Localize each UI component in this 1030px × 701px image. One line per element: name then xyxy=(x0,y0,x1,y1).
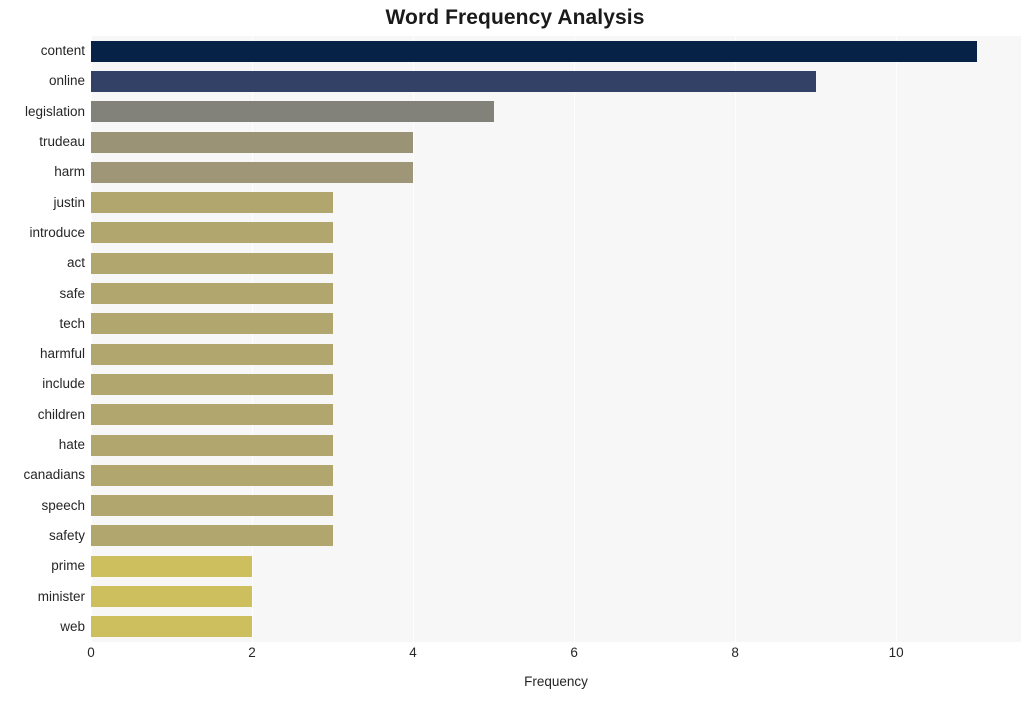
chart-title: Word Frequency Analysis xyxy=(385,6,645,29)
bars-layer xyxy=(91,36,1021,642)
bar[interactable] xyxy=(91,283,333,305)
x-axis-tick-labels: 0 2 4 6 8 10 xyxy=(87,645,1021,665)
y-axis-label: justin xyxy=(53,194,85,210)
bar[interactable] xyxy=(91,373,333,395)
y-axis-label: include xyxy=(42,376,85,392)
bar[interactable] xyxy=(91,101,494,123)
y-axis-label: speech xyxy=(41,497,85,513)
y-axis-label: harmful xyxy=(39,346,85,362)
y-axis-label: content xyxy=(40,43,85,59)
y-axis-label: hate xyxy=(58,437,85,453)
y-axis-label: children xyxy=(37,406,85,422)
y-axis-category-labels: content online legislation trudeau harm justi… xyxy=(0,36,85,642)
y-axis-label: safe xyxy=(59,285,85,301)
x-axis-tick: 2 xyxy=(248,645,256,660)
y-axis-label: online xyxy=(48,73,85,89)
x-axis-tick: 4 xyxy=(409,645,417,660)
y-axis-label: safety xyxy=(48,527,85,543)
y-axis-label: minister xyxy=(37,588,85,604)
y-axis-label: canadians xyxy=(23,467,85,483)
bar[interactable] xyxy=(91,555,253,577)
bar[interactable] xyxy=(91,616,253,638)
bar[interactable] xyxy=(91,495,333,517)
y-axis-label: web xyxy=(60,618,85,634)
x-axis-title: Frequency xyxy=(524,674,588,689)
y-axis-label: prime xyxy=(51,558,85,574)
bar[interactable] xyxy=(91,343,333,365)
bar[interactable] xyxy=(91,464,333,486)
x-axis-tick: 8 xyxy=(731,645,739,660)
y-axis-label: tech xyxy=(59,315,85,331)
y-axis-label: act xyxy=(66,255,85,271)
bar[interactable] xyxy=(91,313,333,335)
bar[interactable] xyxy=(91,161,414,183)
word-frequency-chart-figure: Word Frequency Analysis content online leg… xyxy=(0,0,1030,701)
bar[interactable] xyxy=(91,131,414,153)
y-axis-label: introduce xyxy=(29,224,85,240)
bar[interactable] xyxy=(91,404,333,426)
y-axis-label: harm xyxy=(54,164,85,180)
x-axis-tick: 6 xyxy=(570,645,578,660)
bar[interactable] xyxy=(91,434,333,456)
bar[interactable] xyxy=(91,586,253,608)
bar[interactable] xyxy=(91,525,333,547)
bar[interactable] xyxy=(91,40,977,62)
bar[interactable] xyxy=(91,192,333,214)
y-axis-label: legislation xyxy=(24,103,85,119)
plot-area xyxy=(91,36,1021,642)
x-axis-tick: 10 xyxy=(888,645,904,660)
bar[interactable] xyxy=(91,70,816,92)
x-axis-tick: 0 xyxy=(87,645,95,660)
y-axis-label: trudeau xyxy=(39,134,85,150)
bar[interactable] xyxy=(91,252,333,274)
bar[interactable] xyxy=(91,222,333,244)
